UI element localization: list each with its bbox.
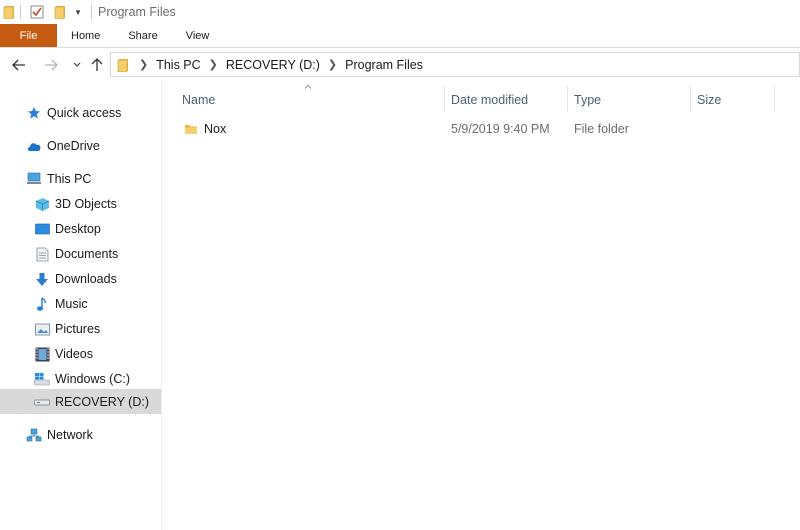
sidebar-item-label: Network bbox=[47, 428, 93, 442]
cube-icon bbox=[34, 196, 50, 212]
download-icon bbox=[34, 271, 50, 287]
column-header-name[interactable]: Name bbox=[175, 86, 442, 114]
tab-home[interactable]: Home bbox=[57, 24, 114, 47]
tab-share[interactable]: Share bbox=[114, 24, 171, 47]
drive-windows-icon bbox=[34, 371, 50, 387]
sidebar-item-network[interactable]: Network bbox=[0, 423, 161, 447]
sidebar-item-videos[interactable]: Videos bbox=[0, 342, 161, 366]
recent-locations-chevron-icon[interactable] bbox=[66, 54, 88, 76]
sidebar-item-onedrive[interactable]: OneDrive bbox=[0, 134, 161, 158]
column-header-type[interactable]: Type bbox=[567, 86, 690, 114]
music-note-icon bbox=[34, 296, 50, 312]
new-folder-icon[interactable] bbox=[49, 0, 71, 24]
sidebar-item-this-pc[interactable]: This PC bbox=[0, 167, 161, 191]
sidebar-item-label: Pictures bbox=[55, 322, 101, 336]
file-name: Nox bbox=[204, 122, 227, 136]
file-list: Name Date modified Type Size Nox 5/9/201… bbox=[162, 81, 800, 530]
star-icon bbox=[26, 105, 42, 121]
table-row[interactable]: Nox 5/9/2019 9:40 PM File folder bbox=[162, 117, 762, 141]
drive-icon bbox=[34, 394, 50, 410]
folder-icon bbox=[117, 58, 129, 72]
picture-icon bbox=[34, 321, 50, 337]
breadcrumb-this-pc[interactable]: This PC bbox=[156, 58, 200, 72]
sidebar-item-label: Desktop bbox=[55, 222, 101, 236]
sidebar-item-music[interactable]: Music bbox=[0, 292, 161, 316]
film-icon bbox=[34, 346, 50, 362]
address-bar[interactable]: ❯ This PC ❯ RECOVERY (D:) ❯ Program File… bbox=[110, 52, 800, 77]
sidebar-item-documents[interactable]: Documents bbox=[0, 242, 161, 266]
navigation-bar: ❯ This PC ❯ RECOVERY (D:) ❯ Program File… bbox=[0, 48, 800, 81]
file-date-modified: 5/9/2019 9:40 PM bbox=[451, 122, 550, 136]
column-header-size[interactable]: Size bbox=[690, 86, 774, 114]
sidebar-item-label: This PC bbox=[47, 172, 92, 186]
sidebar-item-quick-access[interactable]: Quick access bbox=[0, 101, 161, 125]
customize-quick-access-icon[interactable]: ▾ bbox=[71, 0, 85, 24]
sidebar-item-label: RECOVERY (D:) bbox=[55, 394, 150, 409]
chevron-right-icon[interactable]: ❯ bbox=[328, 58, 337, 71]
navigation-pane: Quick access OneDrive This PC 3D Objects… bbox=[0, 81, 162, 530]
chevron-right-icon[interactable]: ❯ bbox=[139, 58, 148, 71]
file-type: File folder bbox=[574, 122, 629, 136]
sidebar-item-label: Downloads bbox=[55, 272, 117, 286]
tab-file[interactable]: File bbox=[0, 24, 57, 47]
cloud-icon bbox=[26, 138, 42, 154]
sidebar-item-label: Windows (C:) bbox=[55, 372, 131, 386]
sidebar-item-desktop[interactable]: Desktop bbox=[0, 217, 161, 241]
breadcrumb-program-files[interactable]: Program Files bbox=[345, 58, 423, 72]
sidebar-item-3d-objects[interactable]: 3D Objects bbox=[0, 192, 161, 216]
sidebar-item-windows-c[interactable]: Windows (C:) bbox=[0, 367, 161, 391]
back-arrow-icon[interactable] bbox=[8, 54, 30, 76]
up-arrow-icon[interactable] bbox=[86, 54, 108, 76]
sidebar-item-pictures[interactable]: Pictures bbox=[0, 317, 161, 341]
column-header-date-modified[interactable]: Date modified bbox=[444, 86, 567, 114]
folder-icon[interactable] bbox=[0, 0, 18, 24]
folder-icon bbox=[184, 117, 198, 141]
sidebar-item-label: Documents bbox=[55, 247, 119, 261]
breadcrumb-recovery-d[interactable]: RECOVERY (D:) bbox=[226, 58, 320, 72]
sidebar-item-label: Music bbox=[55, 297, 88, 311]
window-title: Program Files bbox=[98, 5, 176, 19]
tab-view[interactable]: View bbox=[172, 24, 224, 47]
computer-icon bbox=[26, 171, 42, 187]
sidebar-item-downloads[interactable]: Downloads bbox=[0, 267, 161, 291]
network-icon bbox=[26, 427, 42, 443]
chevron-right-icon[interactable]: ❯ bbox=[209, 58, 218, 71]
sidebar-item-recovery-d[interactable]: RECOVERY (D:) bbox=[0, 389, 161, 414]
desktop-icon bbox=[34, 221, 50, 237]
title-bar: ▾ Program Files bbox=[0, 0, 800, 24]
ribbon-tabs: File Home Share View bbox=[0, 24, 800, 48]
sidebar-item-label: Quick access bbox=[47, 106, 122, 120]
document-icon bbox=[34, 246, 50, 262]
sidebar-item-label: OneDrive bbox=[47, 139, 100, 153]
properties-check-icon[interactable] bbox=[29, 0, 45, 24]
column-divider[interactable] bbox=[774, 86, 775, 112]
sidebar-item-label: 3D Objects bbox=[55, 197, 117, 211]
sidebar-item-label: Videos bbox=[55, 347, 93, 361]
forward-arrow-icon[interactable] bbox=[40, 54, 62, 76]
